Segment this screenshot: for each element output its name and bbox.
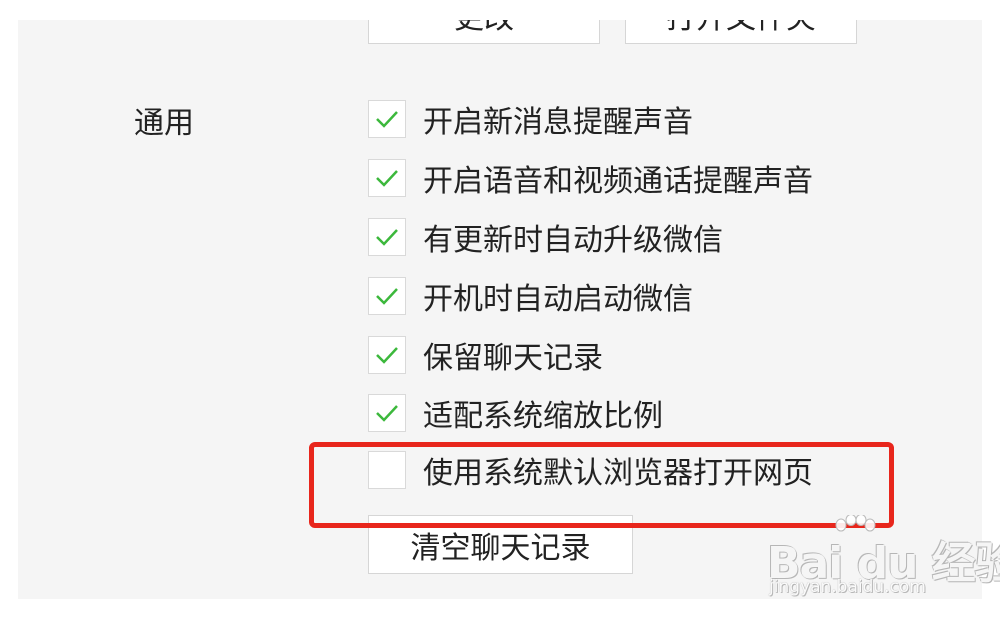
check-mark-icon [376, 170, 398, 187]
checkbox[interactable] [368, 336, 406, 374]
option-keep-chat-history[interactable]: 保留聊天记录 [368, 335, 603, 376]
option-launch-at-startup[interactable]: 开机时自动启动微信 [368, 276, 693, 317]
option-label: 有更新时自动升级微信 [423, 223, 723, 258]
check-mark-icon [376, 229, 398, 246]
checkbox[interactable] [368, 218, 406, 256]
checkbox[interactable] [368, 277, 406, 315]
option-auto-update[interactable]: 有更新时自动升级微信 [368, 217, 723, 258]
option-adapt-system-scaling[interactable]: 适配系统缩放比例 [368, 393, 663, 434]
checkbox[interactable] [368, 451, 406, 489]
option-use-default-browser[interactable]: 使用系统默认浏览器打开网页 [368, 450, 813, 491]
change-button[interactable]: 更改 [368, 20, 600, 44]
checkbox[interactable] [368, 159, 406, 197]
check-mark-icon [376, 288, 398, 305]
checkbox[interactable] [368, 394, 406, 432]
settings-panel: 更改 打开文件夹 通用 开启新消息提醒声音 开启语音和视频通话提醒声音 有更新时… [18, 20, 982, 599]
option-new-message-sound[interactable]: 开启新消息提醒声音 [368, 99, 693, 140]
option-label: 开启新消息提醒声音 [423, 105, 693, 140]
check-mark-icon [376, 111, 398, 128]
checkbox[interactable] [368, 100, 406, 138]
option-call-sound[interactable]: 开启语音和视频通话提醒声音 [368, 158, 813, 199]
option-label: 适配系统缩放比例 [423, 399, 663, 434]
check-mark-icon [376, 347, 398, 364]
open-folder-button[interactable]: 打开文件夹 [625, 20, 857, 44]
clear-chat-history-button[interactable]: 清空聊天记录 [368, 515, 633, 574]
check-mark-icon [376, 405, 398, 422]
option-label: 开启语音和视频通话提醒声音 [423, 164, 813, 199]
option-label: 使用系统默认浏览器打开网页 [423, 456, 813, 491]
option-label: 保留聊天记录 [423, 341, 603, 376]
option-label: 开机时自动启动微信 [423, 282, 693, 317]
section-label-general: 通用 [134, 106, 194, 141]
